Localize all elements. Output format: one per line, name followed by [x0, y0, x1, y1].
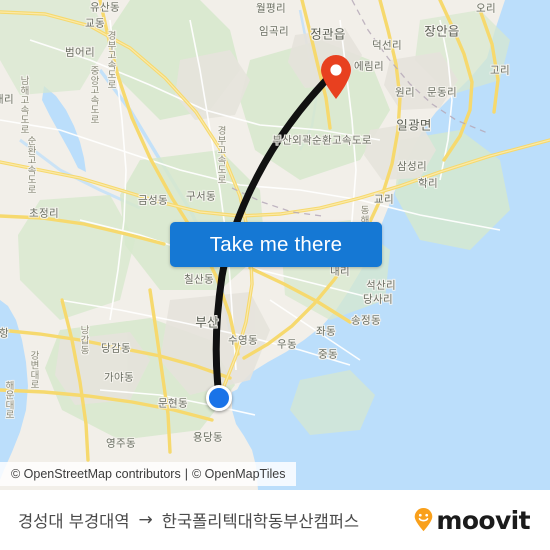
osm-attribution-link[interactable]: © OpenStreetMap contributors	[11, 467, 181, 481]
openmaptiles-attribution-link[interactable]: © OpenMapTiles	[192, 467, 286, 481]
origin-dot-icon	[206, 385, 232, 411]
map-canvas[interactable]: 월평리 오리 정관읍 장안읍 유산동 임곡리 교동 덕선리 에림리 범어리 고리 원리 문동리 일광면 부산…	[0, 0, 550, 490]
route-destination-label: 한국폴리텍대학동부산캠퍼스	[161, 512, 360, 531]
route-caption: 경성대 부경대역 → 한국폴리텍대학동부산캠퍼스	[18, 508, 359, 532]
moovit-wordmark: moovit	[436, 505, 530, 535]
take-me-there-button[interactable]: Take me there	[170, 222, 382, 267]
route-origin-label: 경성대 부경대역	[18, 512, 130, 531]
attribution-separator: |	[184, 467, 188, 481]
moovit-route-screenshot: 월평리 오리 정관읍 장안읍 유산동 임곡리 교동 덕선리 에림리 범어리 고리 원리 문동리 일광면 부산…	[0, 0, 550, 550]
map-attribution: © OpenStreetMap contributors | © OpenMap…	[0, 462, 297, 486]
footer-bar: 경성대 부경대역 → 한국폴리텍대학동부산캠퍼스 moovit	[0, 490, 550, 550]
moovit-logo[interactable]: moovit	[413, 508, 532, 533]
arrow-right-icon: →	[138, 510, 153, 530]
moovit-pin-smiley-icon	[413, 508, 434, 532]
